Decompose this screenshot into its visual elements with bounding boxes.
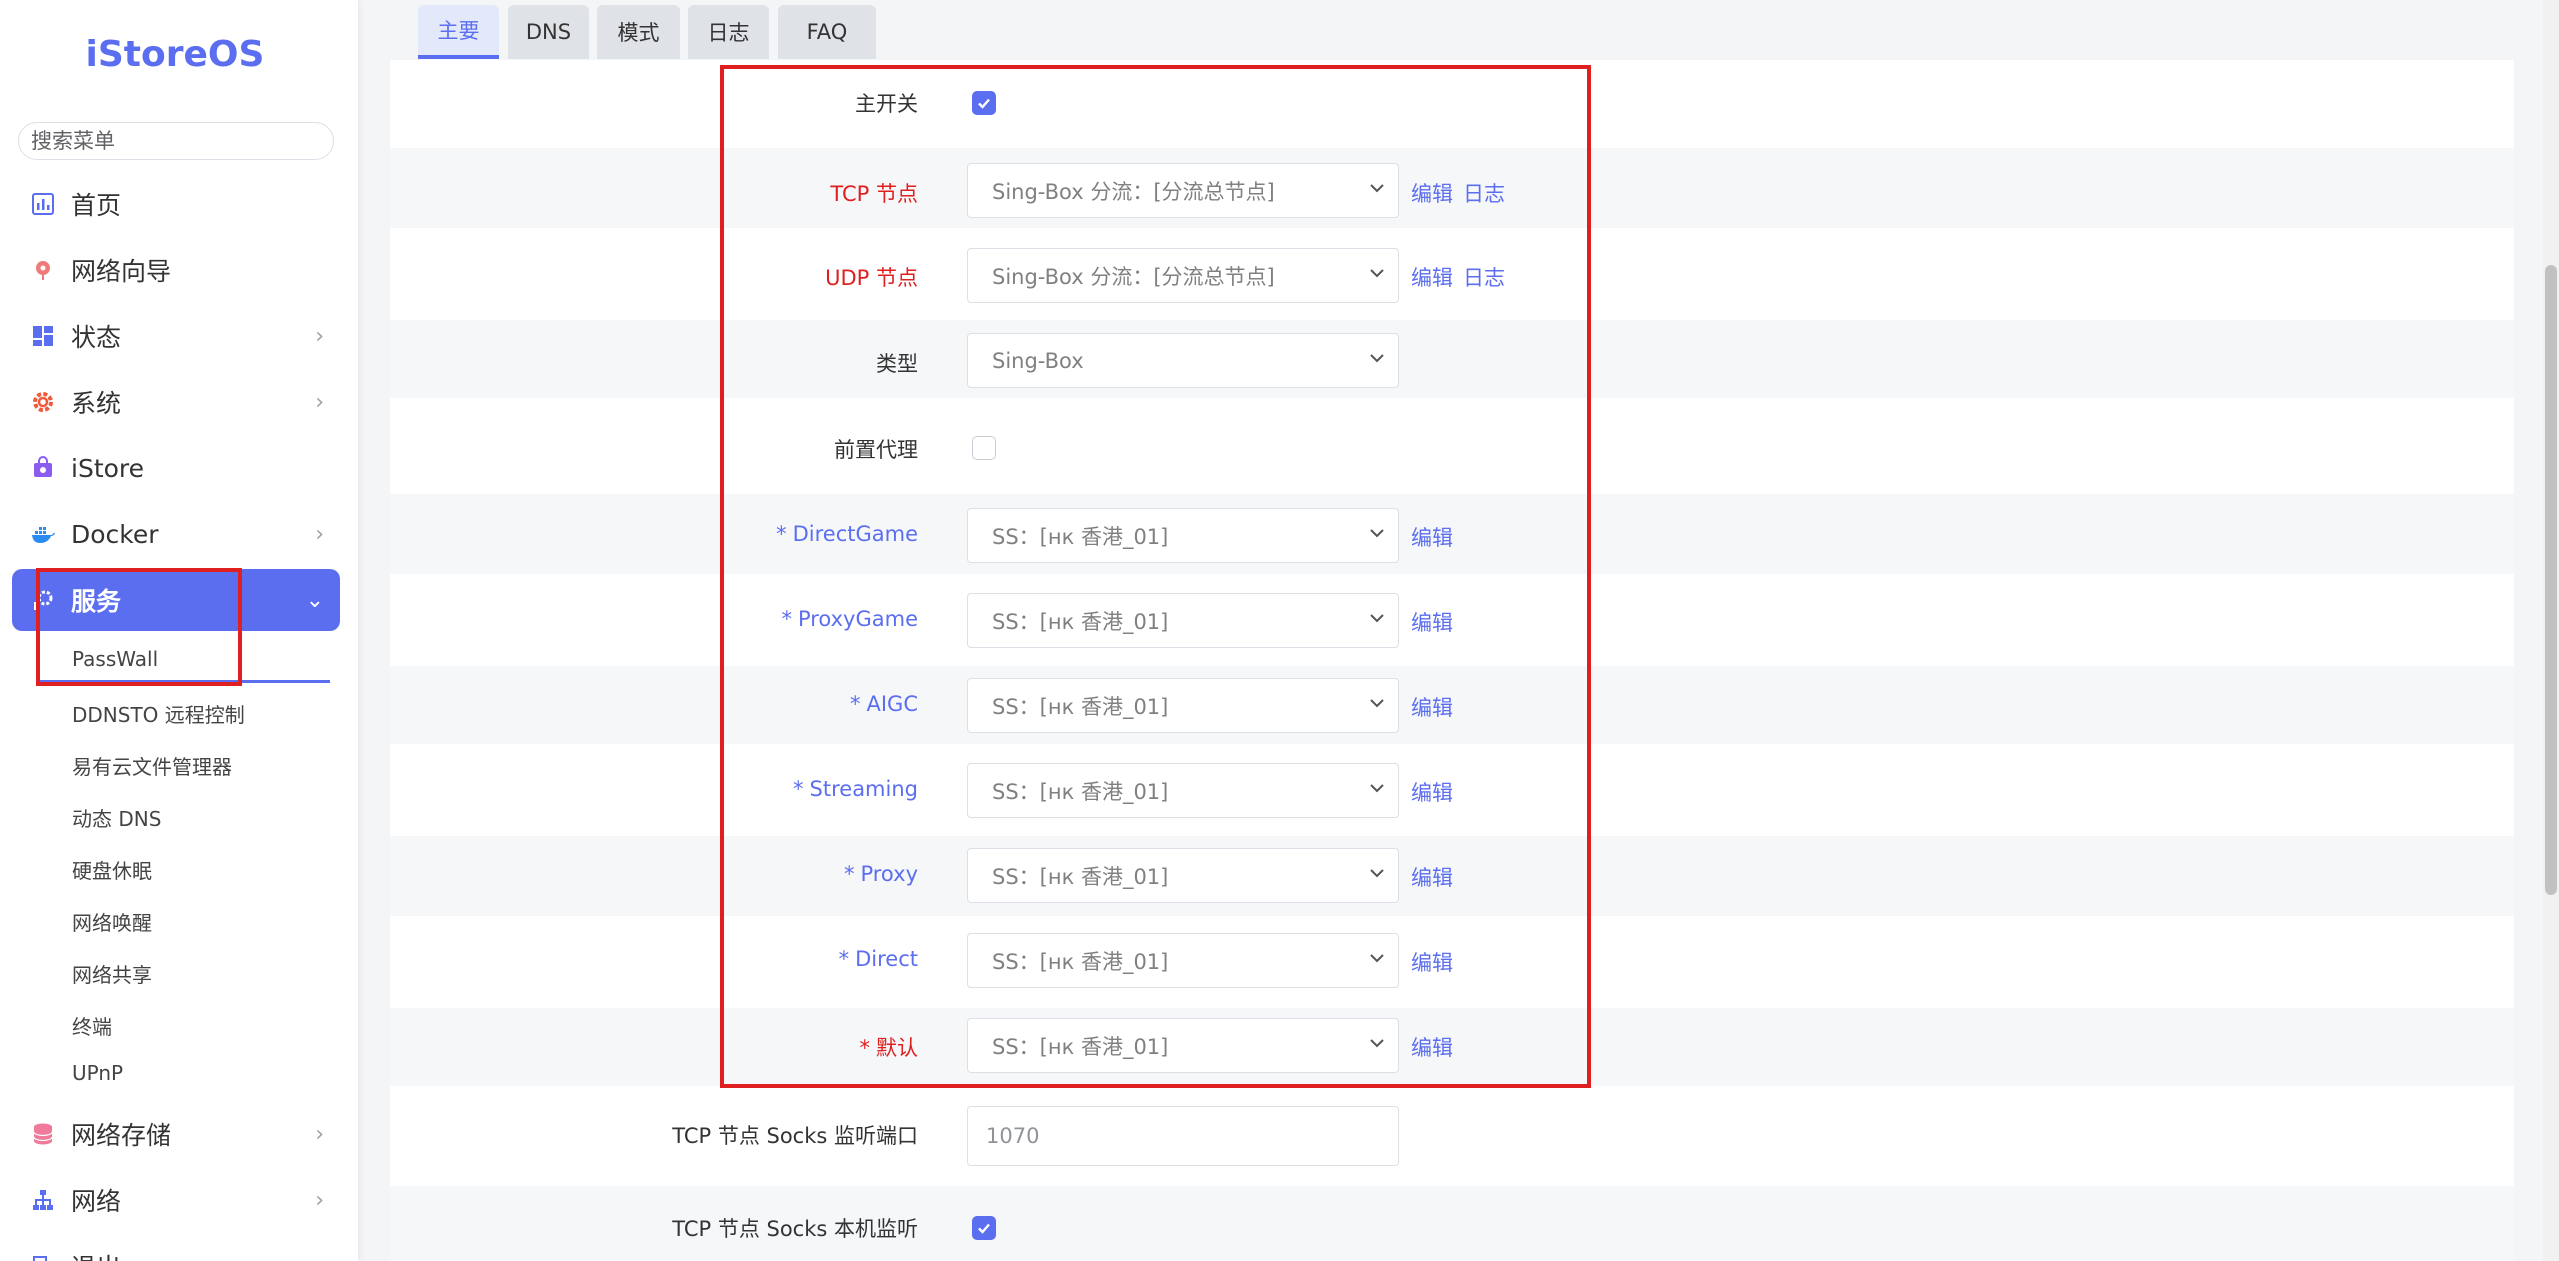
nav-wizard-label: 网络向导: [71, 257, 172, 286]
map-pin-icon: [30, 257, 56, 283]
nav-system[interactable]: 系统 ›: [12, 371, 340, 433]
nav-storage-label: 网络存储: [71, 1121, 172, 1150]
sidebar: iStoreOS 首页 网络向导 状态 › 系统 ›: [0, 0, 358, 1261]
sub-linkease[interactable]: 易有云文件管理器: [72, 751, 232, 780]
nav-wizard[interactable]: 网络向导: [12, 239, 340, 301]
chevron-right-icon: ›: [315, 521, 324, 547]
docker-whale-icon: [30, 521, 56, 547]
tab-faq[interactable]: FAQ: [778, 5, 876, 59]
tab-dns[interactable]: DNS: [508, 5, 589, 59]
sub-ddnsto[interactable]: DDNSTO 远程控制: [72, 699, 245, 728]
logout-icon: [30, 1253, 56, 1261]
sub-ddns[interactable]: 动态 DNS: [72, 803, 161, 832]
nav-docker-label: Docker: [71, 519, 159, 549]
gear-icon: [30, 389, 56, 415]
brand-logo: iStoreOS: [85, 34, 265, 75]
tab-mode[interactable]: 模式: [597, 5, 680, 59]
check-icon: [978, 1223, 990, 1234]
bar-chart-icon: [30, 191, 56, 217]
sub-upnp[interactable]: UPnP: [72, 1061, 123, 1085]
network-tree-icon: [30, 1187, 56, 1213]
sub-terminal[interactable]: 终端: [72, 1011, 112, 1040]
nav-storage[interactable]: 网络存储 ›: [12, 1103, 340, 1165]
chevron-right-icon: ›: [315, 1187, 324, 1213]
chevron-right-icon: ›: [315, 1121, 324, 1147]
chevron-right-icon: ›: [315, 389, 324, 415]
highlight-box-form: [720, 65, 1591, 1088]
nav-home-label: 首页: [71, 191, 122, 220]
nav-network[interactable]: 网络 ›: [12, 1169, 340, 1231]
nav-system-label: 系统: [71, 389, 122, 418]
sub-samba[interactable]: 网络共享: [72, 959, 152, 988]
nav-status-label: 状态: [71, 323, 122, 352]
chevron-down-icon: ⌄: [305, 587, 324, 613]
sub-wol[interactable]: 网络唤醒: [72, 907, 152, 936]
nav-istore-label: iStore: [71, 453, 145, 483]
nav-istore[interactable]: iStore: [12, 437, 340, 499]
tab-main[interactable]: 主要: [418, 5, 499, 59]
search-menu-input[interactable]: [18, 122, 334, 160]
nav-status[interactable]: 状态 ›: [12, 305, 340, 367]
store-bag-icon: [30, 455, 56, 481]
dashboard-icon: [30, 323, 56, 349]
highlight-box-sidebar: [36, 568, 242, 686]
scrollbar-thumb[interactable]: [2545, 265, 2557, 895]
nav-docker[interactable]: Docker ›: [12, 503, 340, 565]
socks-local-label: TCP 节点 Socks 本机监听: [672, 1217, 918, 1241]
socks-port-input[interactable]: [967, 1106, 1399, 1166]
nav-logout-label: 退出: [71, 1248, 121, 1261]
database-icon: [30, 1121, 56, 1147]
nav-network-label: 网络: [71, 1187, 122, 1216]
app-root: iStoreOS 首页 网络向导 状态 › 系统 ›: [0, 0, 2559, 1261]
tab-log[interactable]: 日志: [688, 5, 769, 59]
chevron-right-icon: ›: [315, 323, 324, 349]
sub-hd-idle[interactable]: 硬盘休眠: [72, 855, 152, 884]
socks-port-label: TCP 节点 Socks 监听端口: [672, 1124, 918, 1148]
socks-local-checkbox[interactable]: [972, 1216, 996, 1240]
nav-home[interactable]: 首页: [12, 173, 340, 235]
nav-logout[interactable]: 退出: [12, 1235, 340, 1261]
